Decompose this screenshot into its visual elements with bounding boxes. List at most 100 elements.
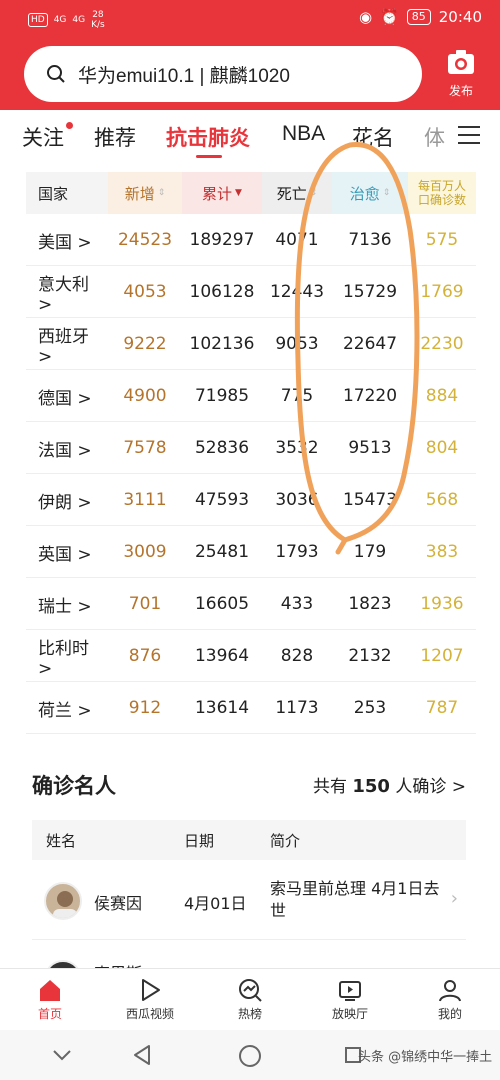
network-speed: 28 K/s bbox=[91, 10, 105, 30]
header-country: 国家 bbox=[26, 172, 108, 214]
nav-hot-list[interactable]: 热榜 bbox=[210, 975, 290, 1022]
chevron-down-icon[interactable] bbox=[52, 1048, 72, 1062]
cell-per-million: 1769 bbox=[420, 282, 464, 302]
header-deaths[interactable]: 死亡 ⇕ bbox=[262, 172, 332, 214]
header-cured[interactable]: 治愈 ⇕ bbox=[332, 172, 408, 214]
table-row[interactable]: 西班牙 > 9222 102136 9053 22647 2230 bbox=[26, 318, 476, 370]
cell-per-million: 804 bbox=[425, 438, 459, 458]
cell-new: 24523 bbox=[117, 230, 173, 250]
status-bar: HD 4G 4G 28 K/s ◉ ⏰ 85 20:40 bbox=[0, 0, 500, 40]
header-total[interactable]: 累计 ▼ bbox=[182, 172, 262, 214]
table-row[interactable]: 伊朗 > 3111 47593 3036 15473 568 bbox=[26, 474, 476, 526]
search-bar[interactable]: 华为emui10.1 | 麒麟1020 bbox=[24, 46, 422, 102]
cell-total: 16605 bbox=[194, 594, 250, 614]
cell-deaths: 775 bbox=[280, 386, 314, 406]
section-title: 确诊名人 bbox=[32, 774, 116, 798]
cell-new: 3111 bbox=[123, 490, 167, 510]
speed-value: 28 bbox=[92, 10, 104, 20]
table-row[interactable]: 美国 > 24523 189297 4071 7136 575 bbox=[26, 214, 476, 266]
cell-new: 4053 bbox=[123, 282, 167, 302]
cell-deaths: 12443 bbox=[269, 282, 325, 302]
cell-country: 意大利 > bbox=[38, 274, 89, 315]
cell-cured: 2132 bbox=[348, 646, 392, 666]
nav-profile[interactable]: 我的 bbox=[410, 975, 490, 1022]
famous-row[interactable]: 侯赛因 4月01日 索马里前总理 4月1日去世 › bbox=[32, 864, 466, 940]
tab-menu-button[interactable] bbox=[458, 126, 480, 150]
nav-xigua-video[interactable]: 西瓜视频 bbox=[110, 975, 190, 1022]
cell-country: 美国 > bbox=[38, 232, 92, 253]
cell-per-million: 884 bbox=[425, 386, 459, 406]
cell-country: 英国 > bbox=[38, 544, 92, 565]
table-row[interactable]: 意大利 > 4053 106128 12443 15729 1769 bbox=[26, 266, 476, 318]
table-row[interactable]: 比利时 > 876 13964 828 2132 1207 bbox=[26, 630, 476, 682]
cell-cured: 7136 bbox=[348, 230, 392, 250]
cell-total: 13614 bbox=[194, 698, 250, 718]
home-icon bbox=[40, 980, 60, 1001]
tab-covid[interactable]: 抗击肺炎 bbox=[166, 122, 250, 152]
camera-icon bbox=[448, 50, 474, 74]
active-tab-indicator bbox=[196, 155, 222, 158]
channel-tabs: 关注 推荐 抗击肺炎 NBA 花名 体 bbox=[0, 110, 500, 162]
unread-dot bbox=[66, 122, 73, 129]
cell-country: 荷兰 > bbox=[38, 700, 92, 721]
tab-nba[interactable]: NBA bbox=[282, 122, 325, 146]
cell-per-million: 568 bbox=[425, 490, 459, 510]
table-row[interactable]: 德国 > 4900 71985 775 17220 884 bbox=[26, 370, 476, 422]
trending-icon bbox=[239, 979, 262, 1002]
cell-cured: 17220 bbox=[342, 386, 398, 406]
publish-button[interactable]: 发布 bbox=[436, 48, 486, 104]
sort-desc-icon: ▼ bbox=[235, 188, 242, 198]
menu-icon bbox=[458, 126, 480, 128]
cell-new: 9222 bbox=[123, 334, 167, 354]
nav-home[interactable]: 首页 bbox=[10, 975, 90, 1022]
famous-count-link[interactable]: 共有 150 人确诊 > bbox=[313, 772, 466, 797]
cell-cured: 15473 bbox=[342, 490, 398, 510]
tab-recommend[interactable]: 推荐 bbox=[94, 122, 136, 152]
signal-icon: 4G bbox=[53, 15, 67, 25]
alarm-icon: ⏰ bbox=[380, 8, 399, 26]
search-input[interactable]: 华为emui10.1 | 麒麟1020 bbox=[78, 61, 290, 88]
cell-deaths: 9053 bbox=[275, 334, 319, 354]
cell-cured: 9513 bbox=[348, 438, 392, 458]
cell-deaths: 433 bbox=[280, 594, 314, 614]
cell-per-million: 1936 bbox=[420, 594, 464, 614]
cell-per-million: 575 bbox=[425, 230, 459, 250]
famous-desc: 索马里前总理 4月1日去世 bbox=[270, 879, 440, 920]
table-row[interactable]: 法国 > 7578 52836 3532 9513 804 bbox=[26, 422, 476, 474]
header-desc: 简介 bbox=[270, 832, 301, 850]
tab-huaming[interactable]: 花名 bbox=[352, 122, 394, 152]
cell-total: 13964 bbox=[194, 646, 250, 666]
cell-country: 法国 > bbox=[38, 440, 92, 461]
cell-per-million: 787 bbox=[425, 698, 459, 718]
hd-badge: HD bbox=[28, 13, 48, 27]
cell-new: 701 bbox=[128, 594, 162, 614]
table-row[interactable]: 荷兰 > 912 13614 1173 253 787 bbox=[26, 682, 476, 734]
nav-cinema[interactable]: 放映厅 bbox=[310, 975, 390, 1022]
famous-date: 4月01日 bbox=[184, 894, 247, 913]
cell-total: 25481 bbox=[194, 542, 250, 562]
cell-country: 德国 > bbox=[38, 388, 92, 409]
header-name: 姓名 bbox=[46, 832, 77, 850]
cell-cured: 1823 bbox=[348, 594, 392, 614]
back-icon[interactable] bbox=[132, 1044, 152, 1066]
cell-per-million: 1207 bbox=[420, 646, 464, 666]
search-icon bbox=[47, 65, 65, 83]
cell-new: 7578 bbox=[123, 438, 167, 458]
cell-cured: 22647 bbox=[342, 334, 398, 354]
table-row[interactable]: 英国 > 3009 25481 1793 179 383 bbox=[26, 526, 476, 578]
header-per-million[interactable]: 每百万人 口确诊数 bbox=[408, 172, 476, 214]
cell-cured: 253 bbox=[353, 698, 387, 718]
user-icon bbox=[439, 980, 461, 1002]
avatar bbox=[44, 882, 82, 920]
tab-sports[interactable]: 体 bbox=[424, 122, 445, 152]
eye-icon: ◉ bbox=[358, 8, 373, 26]
sort-icon: ⇕ bbox=[309, 188, 318, 198]
home-circle-icon[interactable] bbox=[238, 1044, 262, 1068]
header-new[interactable]: 新增 ⇕ bbox=[108, 172, 182, 214]
cell-cured: 15729 bbox=[342, 282, 398, 302]
table-row[interactable]: 瑞士 > 701 16605 433 1823 1936 bbox=[26, 578, 476, 630]
cell-deaths: 828 bbox=[280, 646, 314, 666]
tab-follow[interactable]: 关注 bbox=[22, 122, 64, 152]
famous-table-header: 姓名 日期 简介 bbox=[32, 820, 466, 860]
sort-icon: ⇕ bbox=[157, 188, 166, 198]
